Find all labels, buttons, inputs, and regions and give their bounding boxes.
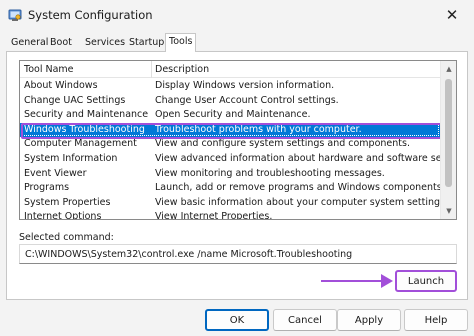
list-item[interactable]: System Properties View basic information… [20,196,448,211]
tool-description: View monitoring and troubleshooting mess… [155,167,385,179]
list-item[interactable]: Security and Maintenance Open Security a… [20,108,440,123]
close-icon: ✕ [445,6,459,24]
window-title: System Configuration [28,8,153,22]
tab-general[interactable]: General [8,35,51,51]
scrollbar-thumb[interactable] [445,79,452,187]
apply-button[interactable]: Apply [337,309,401,331]
close-button[interactable]: ✕ [430,0,474,30]
list-item[interactable]: Event Viewer View monitoring and trouble… [20,167,440,182]
tool-name: System Information [24,152,118,164]
selected-command-field[interactable]: C:\WINDOWS\System32\control.exe /name Mi… [19,244,457,264]
list-item[interactable]: Change UAC Settings Change User Account … [20,94,440,109]
column-header-tool-name[interactable]: Tool Name [24,64,74,75]
tool-name: About Windows [24,80,98,91]
launch-button[interactable]: Launch [395,270,457,292]
column-divider[interactable] [151,61,152,78]
tools-list[interactable]: Tool Name Description About Windows Disp… [19,60,457,220]
tab-startup[interactable]: Startup [126,35,167,51]
tool-name: Windows Troubleshooting [24,123,145,135]
tool-name: Computer Management [24,138,137,150]
system-configuration-window: System Configuration ✕ General Boot Serv… [0,0,474,336]
list-item[interactable]: About Windows Display Windows version in… [20,79,440,94]
tools-rows: About Windows Display Windows version in… [20,79,456,220]
tool-description: View advanced information about hardware… [155,152,457,164]
selected-command-label: Selected command: [19,232,114,243]
tool-name: Internet Options [24,211,102,220]
tool-description: Change User Account Control settings. [155,94,339,106]
tab-tools[interactable]: Tools [165,33,197,52]
list-header: Tool Name Description [20,61,440,78]
tab-services[interactable]: Services [82,35,128,51]
tab-boot[interactable]: Boot [47,35,75,51]
tool-description: View and configure system settings and c… [155,138,410,150]
tool-name: Event Viewer [24,167,87,179]
column-header-description[interactable]: Description [155,64,209,75]
list-item[interactable]: System Information View advanced informa… [20,152,456,167]
tool-description: View Internet Properties. [155,211,273,220]
tool-name: Change UAC Settings [24,94,126,106]
tool-description: Launch, add or remove programs and Windo… [155,182,445,194]
list-item[interactable]: Programs Launch, add or remove programs … [20,181,445,196]
system-configuration-icon [8,9,22,21]
tool-description: Open Security and Maintenance. [155,109,311,121]
ok-button[interactable]: OK [205,309,269,331]
tool-name: Security and Maintenance [24,109,149,121]
vertical-scrollbar[interactable]: ▲ ▼ [440,61,456,219]
tool-name: System Properties [24,196,111,208]
list-item[interactable]: Computer Management View and configure s… [20,137,440,152]
scroll-down-icon[interactable]: ▼ [441,203,456,219]
tool-description: Troubleshoot problems with your computer… [155,123,362,135]
cancel-button[interactable]: Cancel [273,309,337,331]
scroll-up-icon[interactable]: ▲ [441,61,456,77]
list-item-selected[interactable]: Windows Troubleshooting Troubleshoot pro… [20,122,440,138]
tools-panel: Tool Name Description About Windows Disp… [6,51,468,300]
help-button[interactable]: Help [404,309,468,331]
tool-name: Programs [24,182,70,194]
tool-description: View basic information about your comput… [155,196,449,208]
list-item[interactable]: Internet Options View Internet Propertie… [20,210,440,220]
title-bar[interactable]: System Configuration ✕ [0,0,474,30]
tool-description: Display Windows version information. [155,80,335,91]
arrow-icon [321,274,393,288]
